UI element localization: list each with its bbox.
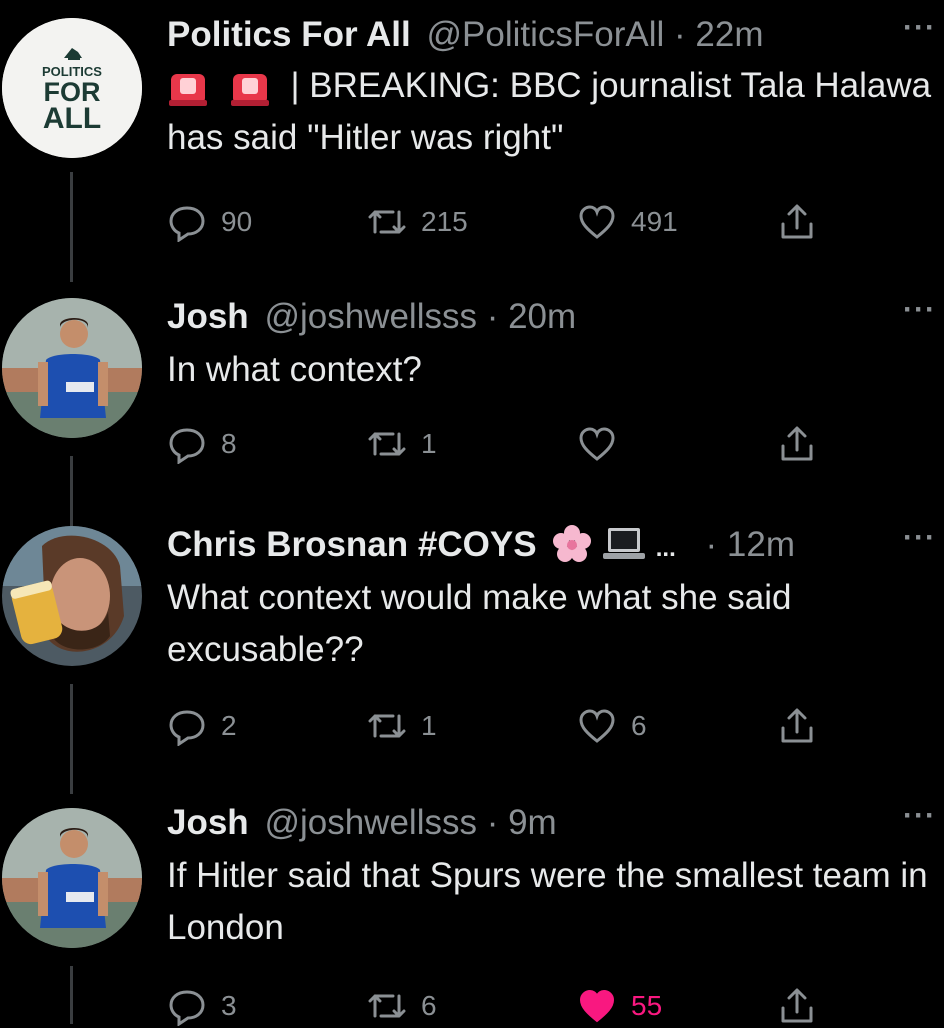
heart-outline-icon [579,427,615,461]
share-icon [781,988,813,1023]
reply-button[interactable]: 2 [167,704,237,748]
share-icon [781,426,813,461]
tweet-header: Josh @joshwellsss · 9m ··· [167,801,944,844]
like-button[interactable]: 55 [577,984,662,1028]
display-name[interactable]: Politics For All [167,15,411,54]
reply-icon [169,990,205,1026]
retweet-button[interactable]: 1 [367,422,437,466]
footballer-photo [2,808,142,948]
share-icon [781,204,813,239]
like-count: 55 [631,990,663,1021]
cherry-blossom-emoji [553,524,592,562]
reply-icon [169,428,205,464]
reply-count: 8 [221,428,237,459]
thread-connector [70,966,73,1024]
heart-outline-icon [579,205,615,239]
reply-count: 2 [221,710,237,741]
retweet-icon [368,994,406,1018]
heart-filled-icon [579,989,615,1023]
separator-dot: · [705,525,718,564]
user-handle[interactable]: @joshwellsss [264,803,477,842]
avatar[interactable]: POLITICS FOR ALL [2,18,142,158]
separator-dot: · [674,15,686,54]
separator-dot: · [486,803,499,842]
reply-button[interactable]: 8 [167,422,237,466]
share-button[interactable] [777,704,817,748]
reply-icon [169,206,205,242]
reply-count: 90 [221,206,253,237]
reply-thread: POLITICS FOR ALL Politics For All @Polit… [0,0,944,1026]
retweet-button[interactable]: 215 [367,200,468,244]
retweet-count: 6 [421,990,437,1021]
retweet-button[interactable]: 1 [367,704,437,748]
display-name[interactable]: Josh [167,803,249,842]
timestamp[interactable]: 22m [695,15,763,54]
reply-count: 3 [221,990,237,1021]
user-handle[interactable]: @joshwellsss [264,297,477,336]
share-icon [781,708,813,743]
share-button[interactable] [777,984,817,1028]
more-options-icon[interactable]: ··· [903,13,936,43]
timestamp[interactable]: 9m [508,803,557,842]
timestamp[interactable]: 12m [727,525,795,564]
display-name[interactable]: Chris Brosnan #COYS [167,525,537,564]
laptop-emoji [603,527,646,559]
rotating-light-emoji [169,73,207,106]
footballer-photo [2,298,142,438]
retweet-count: 1 [421,710,437,741]
logo-text-all: ALL [42,102,102,135]
avatar[interactable] [2,298,142,438]
like-button[interactable]: 491 [577,200,678,244]
rotating-light-emoji [230,73,269,106]
timestamp[interactable]: 20m [508,297,576,336]
avatar[interactable] [2,808,142,948]
more-options-icon[interactable]: ··· [903,295,936,325]
man-drinking-beer-photo [2,526,142,666]
share-button[interactable] [777,200,817,244]
reply-button[interactable]: 3 [167,984,237,1028]
name-truncation: ... [655,535,676,562]
more-options-icon[interactable]: ··· [903,801,936,831]
tweet-header: Politics For All @PoliticsForAll · 22m ·… [167,13,944,56]
tweet-header: Josh @joshwellsss · 20m ··· [167,295,944,338]
share-button[interactable] [777,422,817,466]
thread-connector [70,172,73,282]
avatar[interactable] [2,526,142,666]
tweet-header: Chris Brosnan #COYS ... · 12m ··· [167,523,944,566]
thread-connector [70,684,73,794]
retweet-icon [368,432,406,456]
retweet-icon [368,714,406,738]
retweet-count: 215 [421,206,468,237]
retweet-icon [368,210,406,234]
tweet-body: | BREAKING: BBC journalist Tala Halawa h… [167,66,932,157]
user-handle[interactable]: @PoliticsForAll [426,15,664,54]
like-button[interactable]: 6 [577,704,647,748]
like-count: 6 [631,710,647,741]
tweet-text: | BREAKING: BBC journalist Tala Halawa h… [167,60,944,164]
tweet-text: What context would make what she said ex… [167,578,792,669]
display-name[interactable]: Josh [167,297,249,336]
tweet-text: In what context? [167,350,422,389]
more-options-icon[interactable]: ··· [903,523,936,553]
separator-dot: · [486,297,499,336]
retweet-count: 1 [421,428,437,459]
reply-icon [169,710,205,746]
reply-button[interactable]: 90 [167,200,252,244]
like-count: 491 [631,206,678,237]
like-button[interactable] [577,422,631,466]
tweet-text: If Hitler said that Spurs were the small… [167,856,928,947]
retweet-button[interactable]: 6 [367,984,437,1028]
heart-outline-icon [579,709,615,743]
